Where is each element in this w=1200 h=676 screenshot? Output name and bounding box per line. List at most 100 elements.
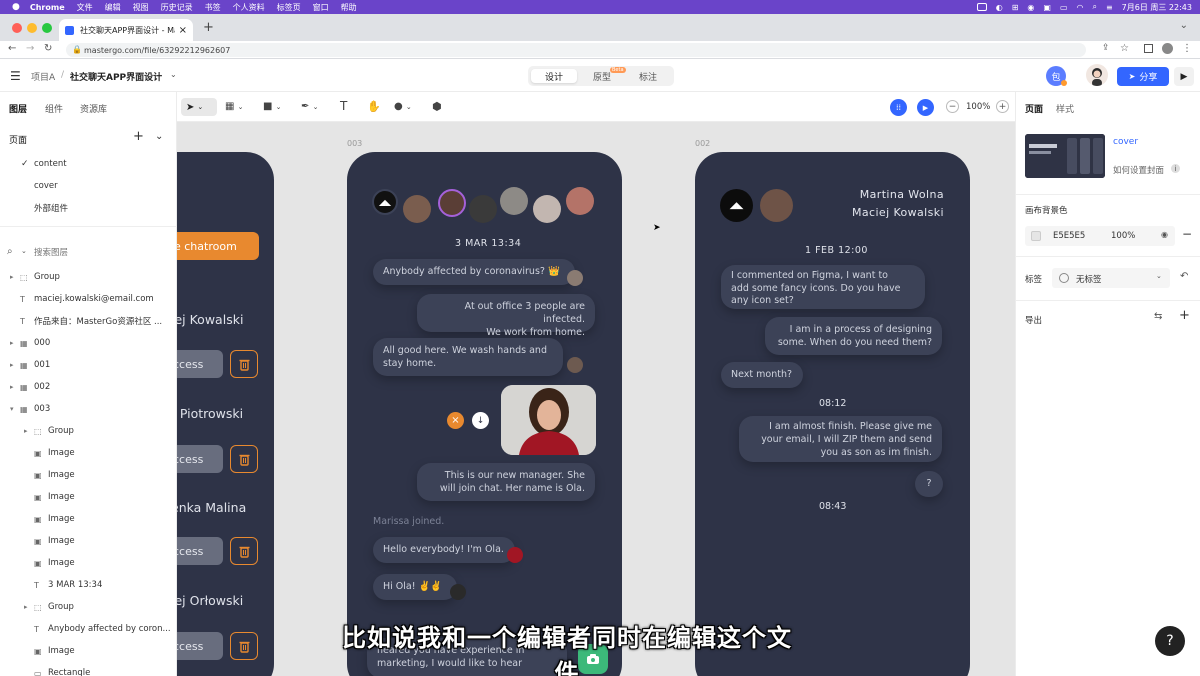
sidebar-toggle-icon[interactable] [1144, 44, 1153, 53]
layer-row[interactable]: T 作品来自：MasterGo资源社区 ... [0, 310, 177, 332]
prototype-play-button[interactable]: ▶ [917, 99, 934, 116]
message-bubble[interactable]: At out office 3 people are infected. We w… [417, 294, 595, 338]
frame-tool-button[interactable]: ▦ ⌄ [225, 101, 244, 112]
browser-tab[interactable]: 社交聊天APP界面设计 - Master × [59, 19, 193, 41]
page-item-external[interactable]: 外部组件 [0, 197, 177, 219]
collapse-pages-icon[interactable]: ⌄ [155, 131, 163, 142]
layer-row[interactable]: ▣ Image [0, 552, 177, 574]
reload-icon[interactable]: ↻ [44, 43, 52, 54]
layer-row[interactable]: T 3 MAR 13:34 [0, 574, 177, 596]
minimize-window-button[interactable] [27, 23, 37, 33]
cover-help-link[interactable]: 如何设置封面 [1113, 164, 1164, 176]
shape-tool-button[interactable]: ■ ⌄ [263, 101, 282, 112]
message-bubble[interactable]: Hi Ola! ✌️✌️ [373, 574, 457, 600]
collapsed-caret-icon[interactable]: ▸ [10, 383, 14, 391]
canvas-bg-field[interactable]: E5E5E5 100% ◉ [1025, 226, 1175, 246]
layer-row[interactable]: ▣ Image [0, 508, 177, 530]
status-icon-2[interactable]: ⊞ [1012, 3, 1019, 12]
bg-hex-value[interactable]: E5E5E5 [1053, 231, 1085, 241]
add-page-icon[interactable]: + [133, 129, 144, 144]
menu-view[interactable]: 视图 [133, 2, 149, 13]
menu-file[interactable]: 文件 [77, 2, 93, 13]
download-image-button[interactable]: ↓ [472, 412, 489, 429]
browser-menu-icon[interactable]: ⋮ [1182, 43, 1192, 54]
hand-tool-button[interactable]: ✋ [367, 100, 381, 113]
delete-button[interactable] [230, 537, 258, 565]
collapsed-caret-icon[interactable]: ▸ [24, 427, 28, 435]
reset-tag-icon[interactable]: ↶ [1180, 271, 1188, 282]
battery-icon[interactable]: ▭ [1060, 3, 1068, 12]
delete-button[interactable] [230, 632, 258, 660]
frame-label-002[interactable]: 002 [695, 139, 710, 148]
new-tab-button[interactable]: + [203, 20, 214, 35]
layer-row[interactable]: ▾ ▦ 003 [0, 398, 177, 420]
mode-annotate-tab[interactable]: 标注 [626, 69, 670, 83]
page-item-cover[interactable]: cover [0, 175, 177, 197]
message-bubble[interactable]: Hello everybody! I'm Ola. [373, 537, 515, 563]
message-bubble[interactable]: ? [915, 471, 943, 497]
collapsed-caret-icon[interactable]: ▸ [10, 273, 14, 281]
access-button[interactable]: ccess [177, 350, 223, 378]
forward-icon[interactable]: → [26, 43, 34, 54]
clock-text[interactable]: 7月6日 周三 22:43 [1122, 2, 1192, 13]
layer-row[interactable]: T Anybody affected by coron... [0, 618, 177, 640]
screen-record-icon[interactable] [976, 3, 987, 11]
close-tab-icon[interactable]: × [179, 25, 187, 36]
tab-search-icon[interactable]: ⌄ [1180, 20, 1188, 31]
page-item-content[interactable]: ✓ content [0, 153, 177, 175]
search-icon[interactable]: ⌕ [1092, 2, 1096, 12]
breadcrumb-project[interactable]: 项目A [31, 70, 55, 83]
layer-row[interactable]: ▣ Image [0, 464, 177, 486]
help-button[interactable]: ? [1155, 626, 1185, 656]
collapsed-caret-icon[interactable]: ▸ [10, 361, 14, 369]
address-bar[interactable]: 🔒 mastergo.com/file/63292212962607 [66, 43, 1086, 57]
pen-tool-button[interactable]: ✒ ⌄ [301, 101, 318, 112]
shared-photo[interactable] [501, 385, 596, 455]
file-title-chevron-icon[interactable]: ⌄ [170, 70, 177, 79]
menu-tabs[interactable]: 标签页 [277, 2, 301, 13]
menu-help[interactable]: 帮助 [341, 2, 357, 13]
collapsed-caret-icon[interactable]: ▸ [10, 339, 14, 347]
layer-row[interactable]: ▸ ▦ 000 [0, 332, 177, 354]
layer-row[interactable]: ▭ Rectangle [0, 662, 177, 676]
message-bubble[interactable]: All good here. We wash hands and stay hom… [373, 338, 563, 376]
search-options-chevron-icon[interactable]: ⌄ [21, 247, 27, 255]
info-icon[interactable]: i [1171, 164, 1180, 173]
menu-window[interactable]: 窗口 [313, 2, 329, 13]
remove-fill-icon[interactable]: − [1182, 227, 1192, 241]
share-page-icon[interactable]: ⇪ [1102, 43, 1110, 53]
enter-chatroom-button[interactable]: e chatroom [177, 232, 259, 260]
message-bubble[interactable]: I am in a process of designing some. When… [765, 317, 942, 355]
layer-search[interactable]: ⌕ ⌄ [0, 242, 177, 264]
menu-history[interactable]: 历史记录 [161, 2, 193, 13]
layer-search-input[interactable] [34, 245, 164, 261]
access-button[interactable]: ccess [177, 537, 223, 565]
access-button[interactable]: ccess [177, 445, 223, 473]
back-icon[interactable]: ← [8, 43, 16, 54]
expanded-caret-icon[interactable]: ▾ [10, 405, 14, 413]
move-tool-button[interactable]: ➤ ⌄ [181, 98, 217, 116]
wifi-icon[interactable]: ◠ [1077, 3, 1084, 12]
zoom-window-button[interactable] [42, 23, 52, 33]
tag-select[interactable]: 无标签 ⌄ [1052, 268, 1170, 288]
add-export-icon[interactable]: + [1179, 308, 1190, 323]
collapsed-caret-icon[interactable]: ▸ [24, 603, 28, 611]
status-icon-3[interactable]: ◉ [1027, 3, 1034, 12]
main-menu-icon[interactable]: ☰ [10, 69, 21, 83]
zoom-out-button[interactable]: − [946, 100, 959, 113]
cover-thumbnail[interactable] [1025, 134, 1105, 178]
tab-layers[interactable]: 图层 [9, 102, 27, 115]
message-bubble[interactable]: Anybody affected by coronavirus? 👑 [373, 259, 575, 285]
text-tool-button[interactable]: T [340, 99, 347, 113]
cover-label[interactable]: cover [1113, 137, 1138, 147]
delete-button[interactable] [230, 445, 258, 473]
layer-row[interactable]: ▣ Image [0, 442, 177, 464]
control-center-icon[interactable]: ≡ [1106, 3, 1113, 12]
tab-library[interactable]: 资源库 [80, 102, 107, 115]
layer-row[interactable]: ▸ ⬚ Group [0, 596, 177, 618]
zoom-level[interactable]: 100% [966, 102, 990, 112]
collaborator-avatar[interactable] [1086, 64, 1108, 86]
close-window-button[interactable] [12, 23, 22, 33]
layer-row[interactable]: ▸ ▦ 001 [0, 354, 177, 376]
layer-row[interactable]: ▣ Image [0, 486, 177, 508]
